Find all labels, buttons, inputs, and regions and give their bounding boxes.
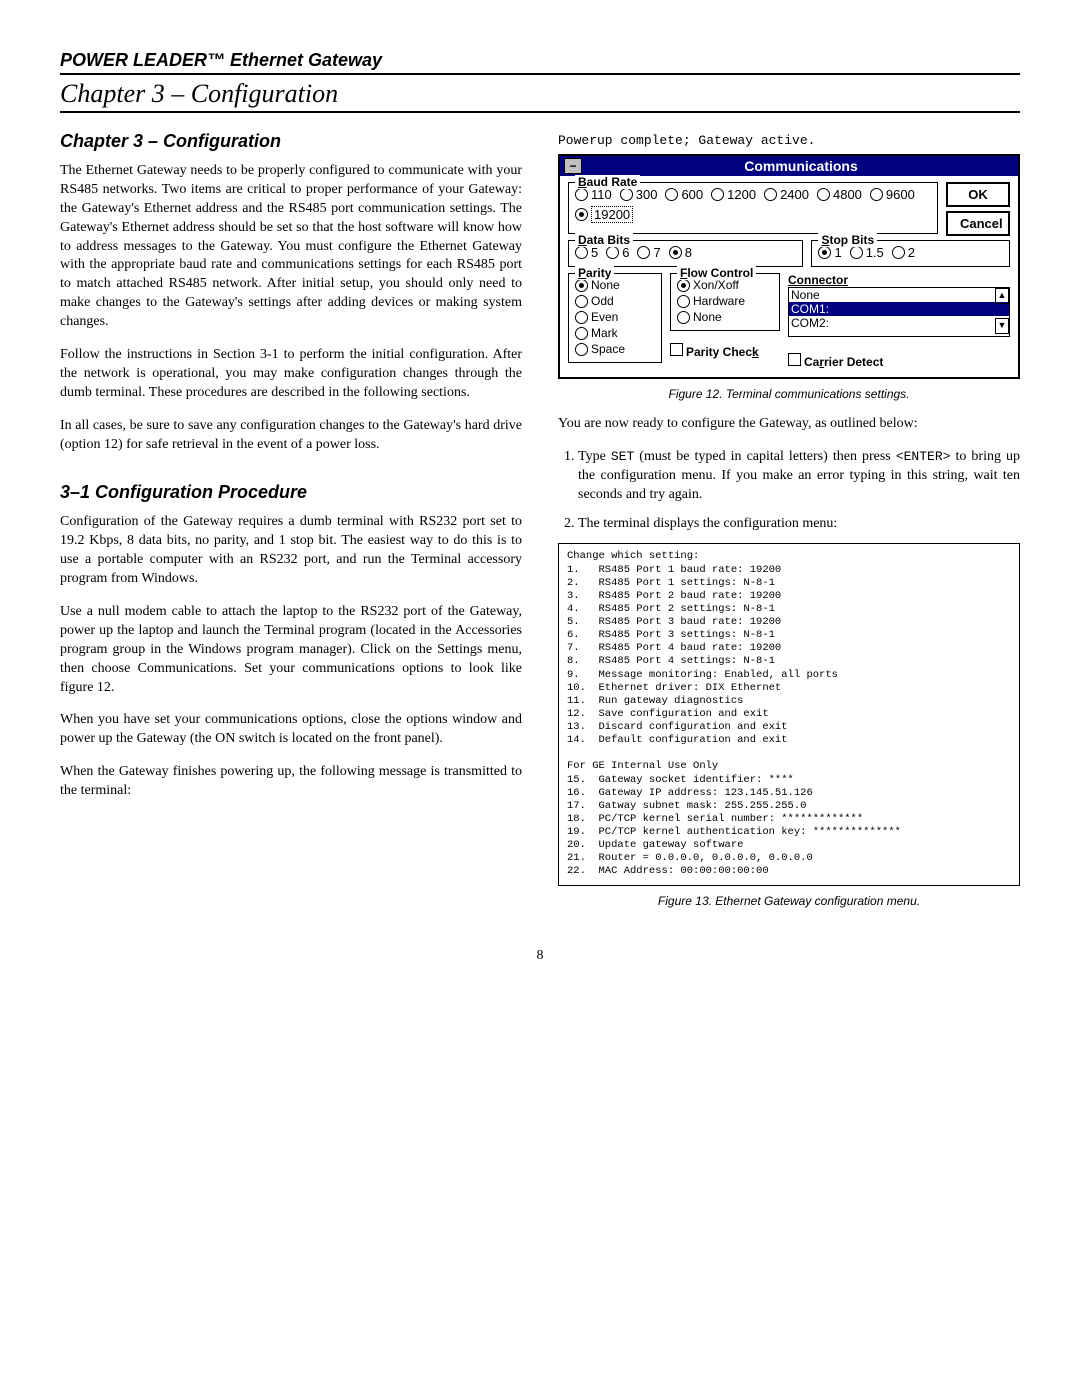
connector-none[interactable]: None xyxy=(789,288,1009,302)
para-proc-4: When the Gateway finishes powering up, t… xyxy=(60,763,522,801)
scroll-up-icon[interactable]: ▲ xyxy=(995,288,1009,304)
two-column-layout: Chapter 3 – Configuration The Ethernet G… xyxy=(60,131,1020,922)
dialog-title-text: Communications xyxy=(588,158,1014,174)
parity-mark[interactable]: Mark xyxy=(575,326,655,340)
flow-control-group: Flow Control Xon/Xoff Hardware None xyxy=(670,273,780,331)
powerup-message: Powerup complete; Gateway active. xyxy=(558,133,1020,148)
flow-xonxoff[interactable]: Xon/Xoff xyxy=(677,278,773,292)
baud-rate-options: 110 300 600 1200 2400 4800 9600 19200 xyxy=(575,187,931,223)
left-column: Chapter 3 – Configuration The Ethernet G… xyxy=(60,131,522,922)
communications-dialog: − Communications Baud Rate 110 300 600 1… xyxy=(558,154,1020,379)
stop-2[interactable]: 2 xyxy=(892,245,915,260)
doc-header-subtitle: Chapter 3 – Configuration xyxy=(60,79,1020,109)
baud-600[interactable]: 600 xyxy=(665,187,703,202)
step-1: Type SET (must be typed in capital lette… xyxy=(578,448,1020,505)
baud-4800[interactable]: 4800 xyxy=(817,187,862,202)
dialog-titlebar[interactable]: − Communications xyxy=(560,156,1018,176)
para-ready: You are now ready to configure the Gatew… xyxy=(558,415,1020,434)
parity-group: Parity None Odd Even Mark Space xyxy=(568,273,662,363)
baud-19200[interactable]: 19200 xyxy=(575,206,633,223)
data-8[interactable]: 8 xyxy=(669,245,692,260)
flow-none[interactable]: None xyxy=(677,310,773,324)
parity-none[interactable]: None xyxy=(575,278,655,292)
baud-300[interactable]: 300 xyxy=(620,187,658,202)
flow-control-label: Flow Control xyxy=(677,266,756,280)
data-7[interactable]: 7 xyxy=(637,245,660,260)
para-intro-1: The Ethernet Gateway needs to be properl… xyxy=(60,162,522,332)
step-2: The terminal displays the configuration … xyxy=(578,515,1020,534)
doc-header-title: POWER LEADER™ Ethernet Gateway xyxy=(60,50,1020,71)
scroll-down-icon[interactable]: ▼ xyxy=(995,318,1009,334)
header-rule-top xyxy=(60,73,1020,75)
data-bits-group: Data Bits 5 6 7 8 xyxy=(568,240,803,267)
baud-rate-group: Baud Rate 110 300 600 1200 2400 4800 960… xyxy=(568,182,938,234)
para-proc-2: Use a null modem cable to attach the lap… xyxy=(60,603,522,697)
dialog-buttons: OK Cancel xyxy=(946,182,1010,240)
connector-group: Connector ▲ ▼ None COM1: COM2: xyxy=(788,273,1010,337)
page-number: 8 xyxy=(60,948,1020,964)
header-rule-bottom xyxy=(60,111,1020,113)
cancel-button[interactable]: Cancel xyxy=(946,211,1010,236)
config-menu-output: Change which setting: 1. RS485 Port 1 ba… xyxy=(558,543,1020,885)
baud-rate-label: Baud Rate xyxy=(575,175,640,189)
stop-bits-label: Stop Bits xyxy=(818,233,877,247)
ok-button[interactable]: OK xyxy=(946,182,1010,207)
para-proc-3: When you have set your communications op… xyxy=(60,711,522,749)
system-menu-icon[interactable]: − xyxy=(564,158,582,174)
flow-hardware[interactable]: Hardware xyxy=(677,294,773,308)
title-prefix: POWER LEADER xyxy=(60,50,207,70)
stop-1[interactable]: 1 xyxy=(818,245,841,260)
para-intro-3: In all cases, be sure to save any config… xyxy=(60,417,522,455)
dialog-body: Baud Rate 110 300 600 1200 2400 4800 960… xyxy=(560,176,1018,377)
figure-12-caption: Figure 12. Terminal communications setti… xyxy=(558,387,1020,401)
set-command: SET xyxy=(611,449,634,464)
tm-symbol: ™ xyxy=(207,50,225,70)
connector-listbox[interactable]: ▲ ▼ None COM1: COM2: xyxy=(788,287,1010,337)
parity-even[interactable]: Even xyxy=(575,310,655,324)
connector-label: Connector xyxy=(788,273,848,287)
data-6[interactable]: 6 xyxy=(606,245,629,260)
baud-2400[interactable]: 2400 xyxy=(764,187,809,202)
parity-label: Parity xyxy=(575,266,614,280)
connector-com1[interactable]: COM1: xyxy=(789,302,1009,316)
baud-110[interactable]: 110 xyxy=(575,187,612,202)
data-bits-label: Data Bits xyxy=(575,233,633,247)
para-intro-2: Follow the instructions in Section 3-1 t… xyxy=(60,346,522,403)
parity-odd[interactable]: Odd xyxy=(575,294,655,308)
para-proc-1: Configuration of the Gateway requires a … xyxy=(60,513,522,589)
enter-key: <ENTER> xyxy=(896,449,951,464)
baud-1200[interactable]: 1200 xyxy=(711,187,756,202)
section-heading-ch3: Chapter 3 – Configuration xyxy=(60,131,522,152)
stop-1-5[interactable]: 1.5 xyxy=(850,245,884,260)
baud-9600[interactable]: 9600 xyxy=(870,187,915,202)
figure-13-caption: Figure 13. Ethernet Gateway configuratio… xyxy=(558,894,1020,908)
parity-space[interactable]: Space xyxy=(575,342,655,356)
stop-bits-group: Stop Bits 1 1.5 2 xyxy=(811,240,1010,267)
right-column: Powerup complete; Gateway active. − Comm… xyxy=(558,131,1020,922)
config-steps-list: Type SET (must be typed in capital lette… xyxy=(558,448,1020,534)
connector-com2[interactable]: COM2: xyxy=(789,316,1009,330)
carrier-detect-checkbox[interactable]: Carrier Detect xyxy=(788,353,1010,369)
section-heading-3-1: 3–1 Configuration Procedure xyxy=(60,482,522,503)
data-5[interactable]: 5 xyxy=(575,245,598,260)
parity-check-checkbox[interactable]: Parity Check xyxy=(670,343,780,359)
title-suffix: Ethernet Gateway xyxy=(225,50,382,70)
